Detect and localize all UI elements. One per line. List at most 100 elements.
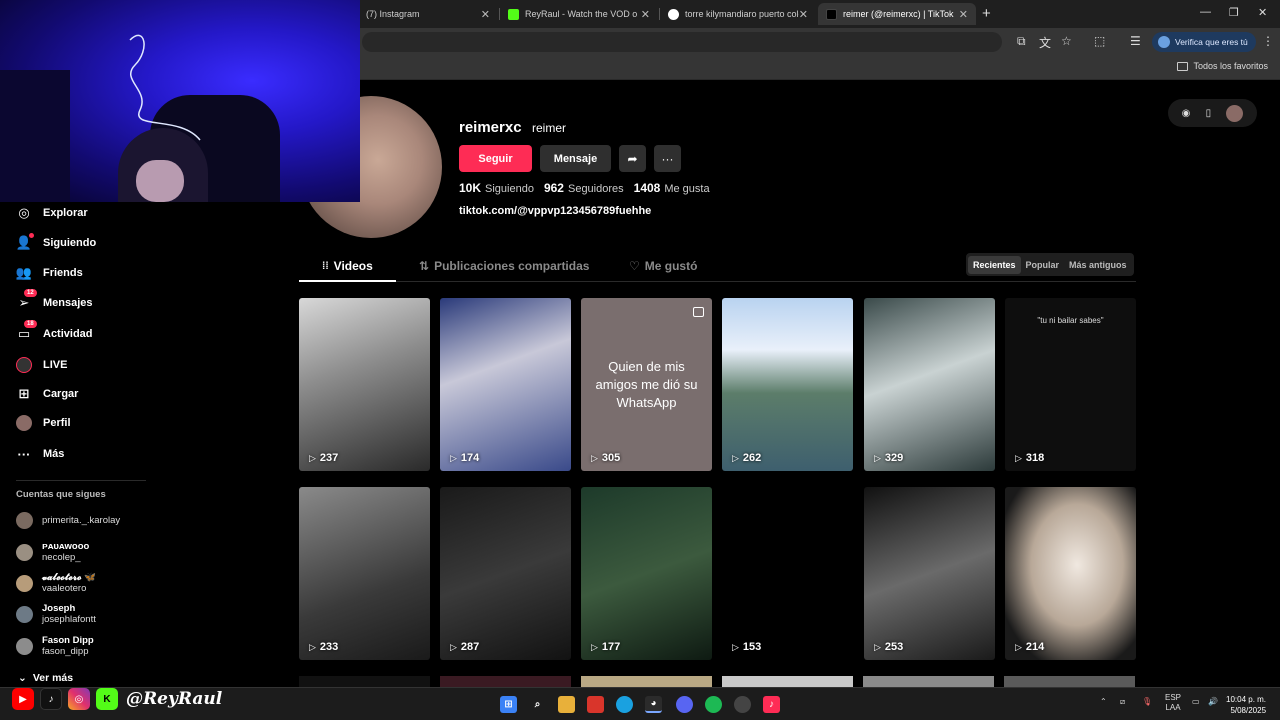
youtube-icon: ▶	[12, 688, 34, 710]
tab-reposts[interactable]: ⇅ Publicaciones compartidas	[419, 259, 589, 273]
see-more-button[interactable]: ⌄ Ver más	[18, 672, 73, 684]
view-count-value: 253	[884, 641, 904, 653]
sidebar-item-live[interactable]: LIVE	[16, 357, 67, 373]
window-close-icon[interactable]: ✕	[1258, 6, 1267, 19]
display-icon[interactable]: ▭	[1192, 697, 1200, 706]
sidebar-item-actividad[interactable]: ▭ 18 Actividad	[16, 320, 93, 342]
maximize-icon[interactable]: ❐	[1229, 6, 1239, 19]
video-thumbnail[interactable]	[722, 676, 853, 687]
stat-followers[interactable]: 962 Seguidores	[544, 181, 624, 195]
sidebar-item-mensajes[interactable]: ➢ 12 Mensajes	[16, 289, 93, 311]
sidebar-item-perfil[interactable]: Perfil	[16, 415, 71, 431]
tab-kick[interactable]: ReyRaul - Watch the VOD on Ki ✕	[500, 3, 658, 25]
network-icon[interactable]: ⧄	[1120, 697, 1125, 707]
tab-liked[interactable]: ♡ Me gustó	[629, 259, 697, 273]
media-app-icon[interactable]	[587, 696, 604, 713]
friends-icon: 👥	[15, 265, 33, 280]
reading-list-icon[interactable]: ☰	[1130, 34, 1141, 48]
tab-videos[interactable]: ⁞⁞ Videos	[322, 259, 373, 273]
account-handle: primerita._.karolay	[42, 514, 121, 526]
coins-icon[interactable]: ◉	[1182, 108, 1191, 119]
follow-button[interactable]: Seguir	[459, 145, 532, 172]
webcam-shelf	[0, 70, 70, 202]
minimize-icon[interactable]: —	[1200, 6, 1211, 18]
sidebar-item-explorar[interactable]: ◎ Explorar	[16, 205, 87, 221]
followed-account[interactable]: ᴘᴀᴜᴀᴡᴏᴏᴏ necolep_	[16, 541, 89, 564]
followed-account[interactable]: Fason Dipp fason_dipp	[16, 635, 94, 658]
new-tab-icon[interactable]: +	[982, 5, 991, 22]
obs-icon[interactable]	[734, 696, 751, 713]
discord-icon[interactable]	[676, 696, 693, 713]
sidebar-item-label: Perfil	[43, 417, 71, 429]
sort-oldest-button[interactable]: Más antiguos	[1064, 256, 1132, 274]
close-icon[interactable]: ✕	[799, 8, 808, 21]
search-icon[interactable]: ⌕	[529, 696, 546, 713]
video-thumbnail[interactable]: ▷ 329	[864, 298, 995, 471]
video-thumbnail[interactable]	[581, 676, 712, 687]
video-thumbnail[interactable]	[299, 676, 430, 687]
video-thumbnail[interactable]: ▷ 174	[440, 298, 571, 471]
bookmarks-all-folder[interactable]: Todos los favoritos	[1177, 61, 1268, 71]
video-thumbnail[interactable]: ▷ 253	[864, 487, 995, 660]
language-indicator[interactable]: ESP LAA	[1165, 693, 1181, 713]
menu-dots-icon[interactable]: ⋮	[1262, 34, 1274, 48]
followed-account[interactable]: Joseph josephlafontt	[16, 603, 96, 626]
windows-start-icon[interactable]: ⊞	[500, 696, 517, 713]
video-thumbnail[interactable]: ▷ 153	[722, 487, 853, 660]
followed-account[interactable]: 𝓿𝓪𝓵𝓮𝓸𝓽𝓮𝓻𝓸 🦋 vaaleotero	[16, 572, 96, 595]
extensions-icon[interactable]: ⬚	[1094, 34, 1105, 48]
user-avatar[interactable]	[1226, 104, 1244, 122]
sidebar-item-mas[interactable]: ··· Más	[16, 446, 65, 462]
star-icon[interactable]: ☆	[1061, 34, 1072, 48]
tray-chevron-icon[interactable]: ⌃	[1100, 697, 1107, 706]
file-explorer-icon[interactable]	[558, 696, 575, 713]
followed-account[interactable]: primerita._.karolay	[16, 512, 120, 529]
sidebar-item-siguiendo[interactable]: 👤 Siguiendo	[16, 233, 96, 251]
address-input[interactable]	[362, 32, 1002, 52]
play-icon: ▷	[1015, 641, 1022, 652]
webcam-overlay	[0, 0, 360, 202]
share-button[interactable]: ➦	[619, 145, 646, 172]
tab-google[interactable]: torre kilymandiaro puerto colom ✕	[660, 3, 816, 25]
phone-icon[interactable]: ▯	[1206, 108, 1212, 119]
video-thumbnail[interactable]: ▷ 214	[1005, 487, 1136, 660]
verify-label: Verifica que eres tú	[1175, 37, 1248, 47]
close-icon[interactable]: ✕	[959, 8, 968, 21]
video-thumbnail[interactable]: ▷ 237	[299, 298, 430, 471]
volume-icon[interactable]: 🔊	[1208, 697, 1218, 706]
stat-following[interactable]: 10K Siguiendo	[459, 181, 534, 195]
neon-light-icon	[129, 34, 201, 141]
close-icon[interactable]: ✕	[641, 8, 650, 21]
video-thumbnail[interactable]: ▷ 262	[722, 298, 853, 471]
bio-link[interactable]: tiktok.com/@vppvp123456789fuehhe	[459, 205, 651, 217]
account-handle: necolep_	[42, 552, 81, 563]
sort-popular-button[interactable]: Popular	[1021, 256, 1065, 274]
video-thumbnail[interactable]: "tu ni bailar sabes" ▷ 318	[1005, 298, 1136, 471]
sidebar-item-friends[interactable]: 👥 Friends	[16, 265, 83, 281]
sidebar-item-cargar[interactable]: ⊞ Cargar	[16, 386, 79, 402]
chrome-icon[interactable]: ◕	[645, 696, 662, 713]
system-clock[interactable]: 10:04 p. m. 5/08/2025	[1226, 694, 1266, 716]
tab-instagram[interactable]: (7) Instagram ✕	[358, 3, 498, 25]
profile-nickname: reimer	[532, 121, 567, 135]
cast-icon[interactable]: ⧉	[1017, 34, 1026, 49]
translate-icon[interactable]: 文	[1039, 34, 1051, 51]
edge-icon[interactable]	[616, 696, 633, 713]
tiktok-app-icon[interactable]: ♪	[763, 696, 780, 713]
spotify-icon[interactable]	[705, 696, 722, 713]
sort-recent-button[interactable]: Recientes	[968, 255, 1021, 274]
video-thumbnail[interactable]: ▷ 287	[440, 487, 571, 660]
video-thumbnail[interactable]: ▷ 177	[581, 487, 712, 660]
close-icon[interactable]: ✕	[481, 8, 490, 21]
video-thumbnail[interactable]: ▷ 233	[299, 487, 430, 660]
mic-icon[interactable]: 🎙	[1142, 697, 1152, 706]
verify-button[interactable]: Verifica que eres tú	[1152, 32, 1256, 52]
more-options-button[interactable]: ···	[654, 145, 681, 172]
tab-tiktok[interactable]: reimer (@reimerxc) | TikTok ✕	[818, 3, 976, 25]
message-button[interactable]: Mensaje	[540, 145, 611, 172]
video-thumbnail[interactable]	[1004, 676, 1135, 687]
video-thumbnail[interactable]	[863, 676, 994, 687]
video-view-count: ▷ 318	[1015, 452, 1044, 464]
video-thumbnail[interactable]	[440, 676, 571, 687]
video-thumbnail[interactable]: Quien de mis amigos me dió su WhatsApp ▷ 3…	[581, 298, 712, 471]
